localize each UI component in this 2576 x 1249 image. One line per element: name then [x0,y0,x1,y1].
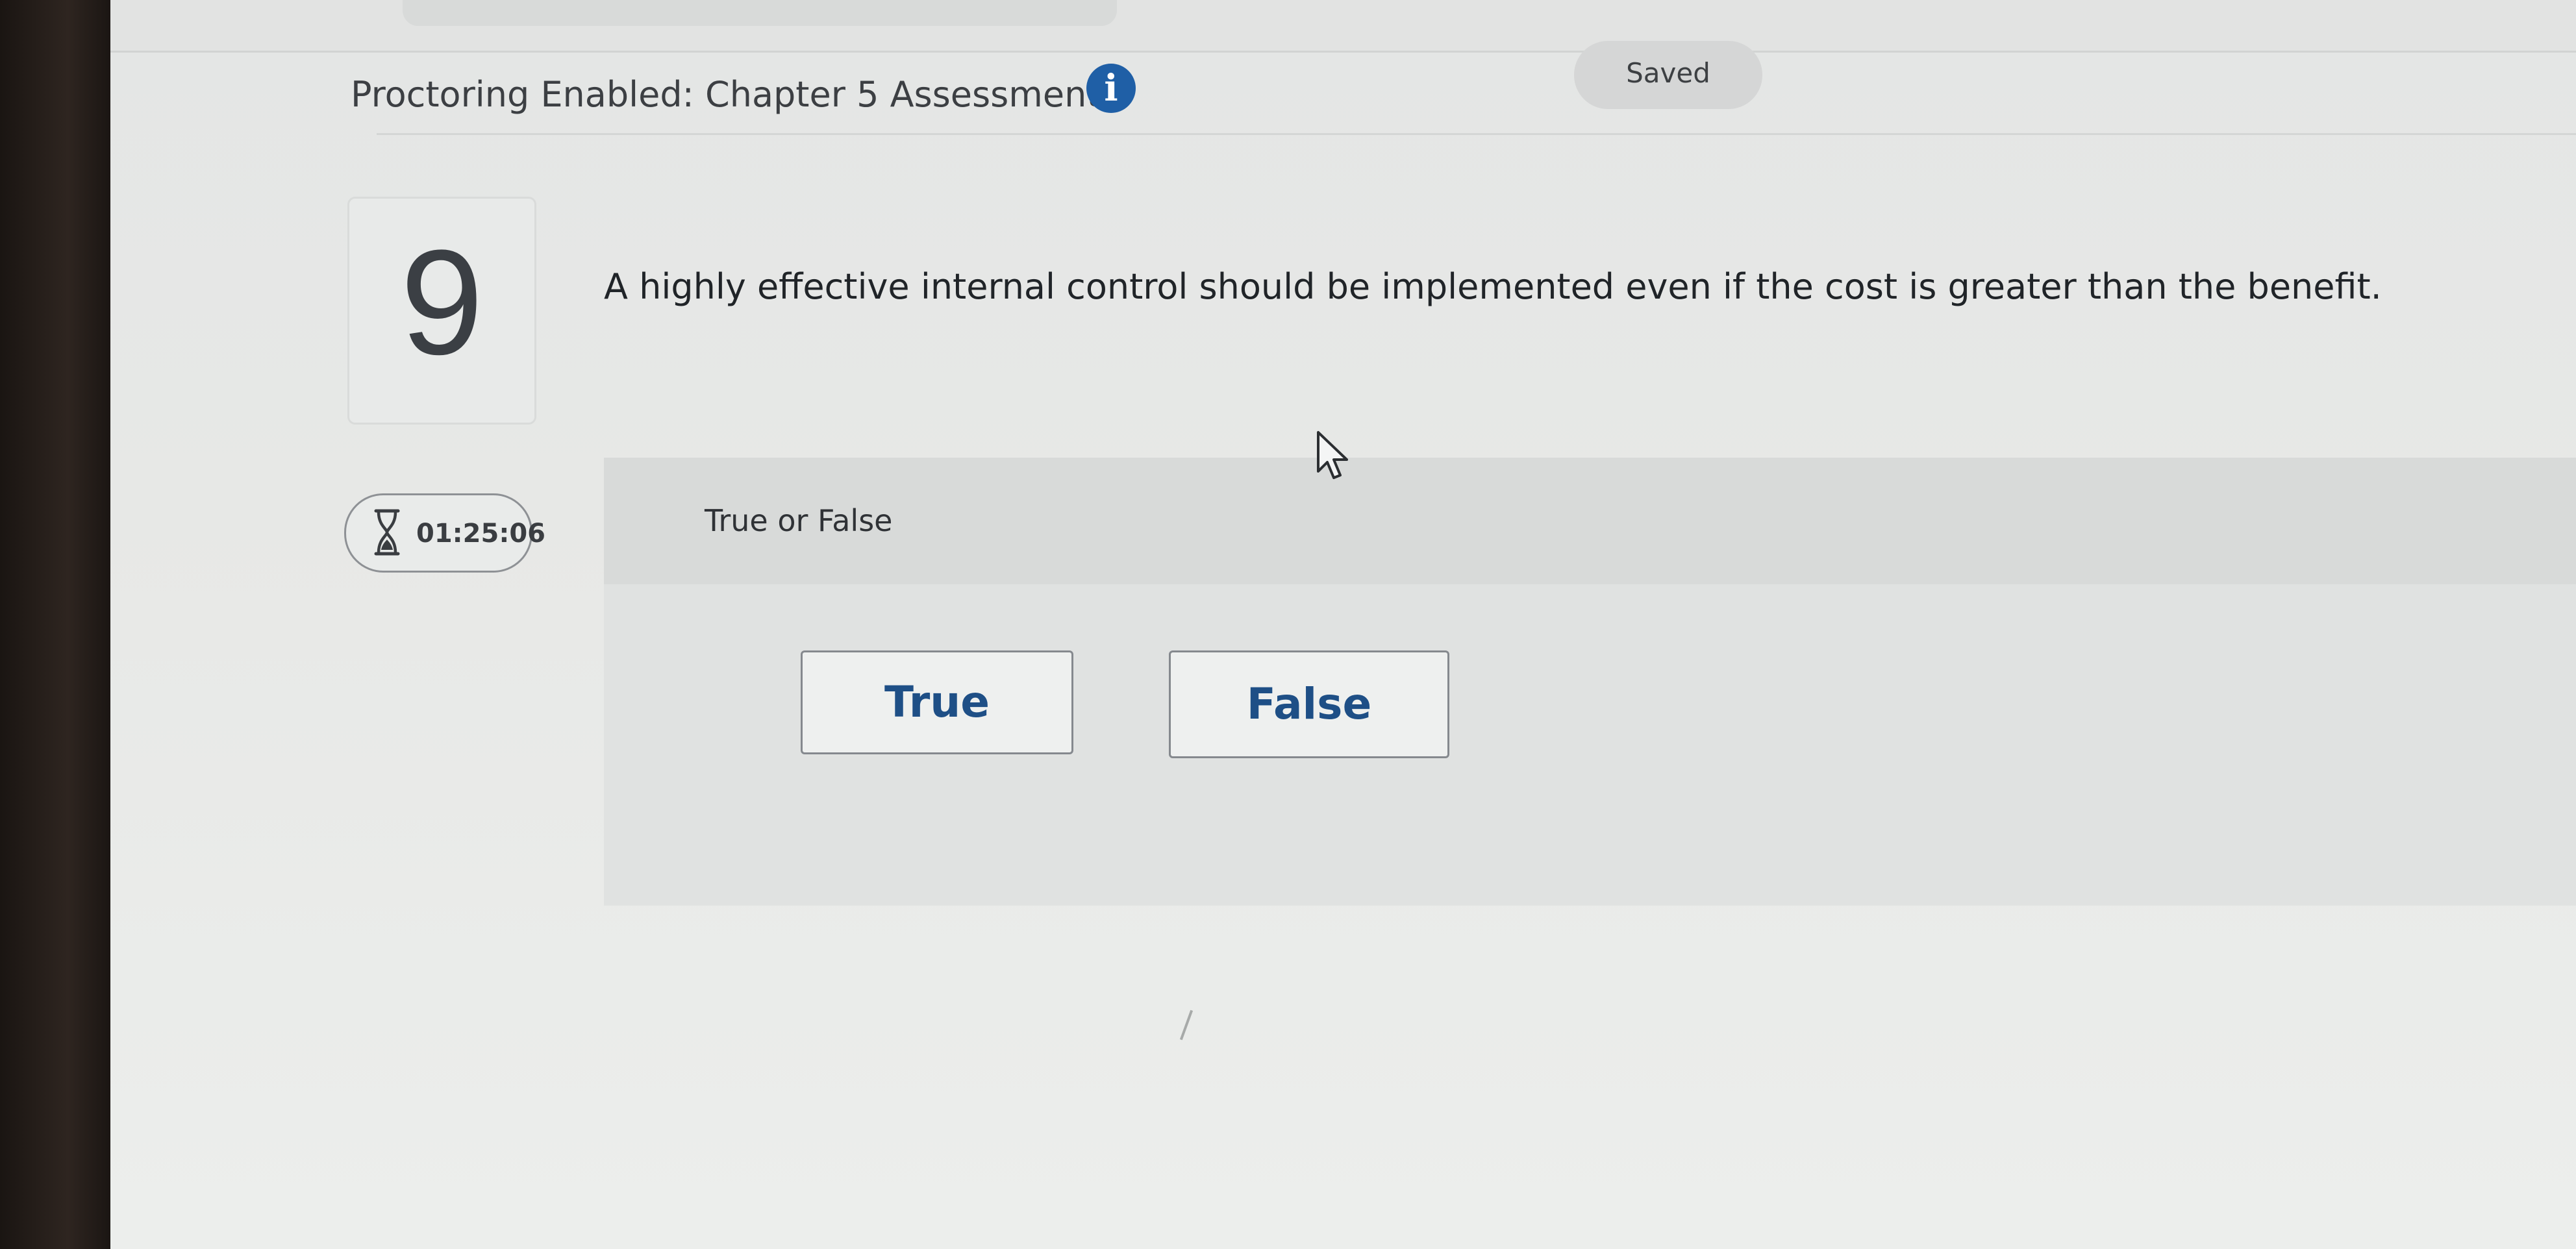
browser-top-strip [110,0,2576,53]
timer-pill[interactable]: 01:25:06 [344,493,545,573]
timer-value: 01:25:06 [416,519,545,549]
saved-status-badge: Saved [1574,41,1762,109]
true-button[interactable]: True [801,650,1073,754]
browser-tab-shape [403,0,1117,26]
screen: Proctoring Enabled: Chapter 5 Assessment… [110,0,2576,1249]
info-icon[interactable]: i [1086,64,1136,113]
answer-type-bar: True or False [604,458,2576,584]
question-number: 9 [400,219,484,386]
screen-scratch [1179,1009,1194,1041]
answer-panel: True or False True False [604,458,2576,906]
device-bezel [0,0,123,1249]
assessment-title: Proctoring Enabled: Chapter 5 Assessment [351,74,1101,115]
question-prompt: A highly effective internal control shou… [604,266,2382,307]
question-number-box: 9 [347,197,536,425]
answer-type-label: True or False [705,503,893,538]
false-button[interactable]: False [1169,650,1449,758]
header-divider [377,133,2576,135]
mouse-cursor-icon [1317,431,1348,479]
hourglass-icon [374,509,400,556]
